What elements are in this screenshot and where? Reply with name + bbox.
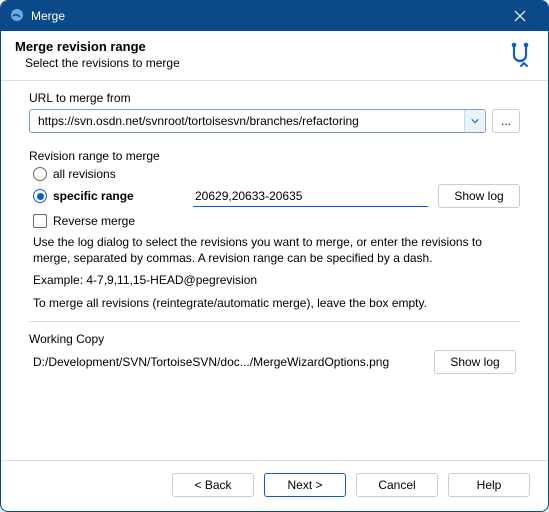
specific-range-label: specific range (53, 189, 134, 203)
reverse-merge-label: Reverse merge (53, 214, 135, 228)
range-input-wrap (193, 186, 428, 207)
help-text-1: Use the log dialog to select the revisio… (33, 234, 516, 266)
all-revisions-radio[interactable] (33, 167, 47, 181)
divider (29, 321, 520, 322)
next-button[interactable]: Next > (264, 473, 346, 497)
url-combo[interactable]: https://svn.osdn.net/svnroot/tortoisesvn… (29, 109, 486, 133)
back-label: < Back (194, 478, 231, 492)
show-log-label: Show log (454, 189, 503, 203)
wizard-footer: < Back Next > Cancel Help (1, 460, 548, 511)
wizard-subtitle: Select the revisions to merge (15, 56, 180, 70)
back-button[interactable]: < Back (172, 473, 254, 497)
chevron-down-icon (471, 118, 479, 124)
all-revisions-row[interactable]: all revisions (33, 167, 520, 181)
specific-range-option[interactable]: specific range (33, 189, 183, 203)
ellipsis-label: ... (501, 114, 511, 128)
all-revisions-label: all revisions (53, 167, 116, 181)
help-text-3: To merge all revisions (reintegrate/auto… (33, 295, 516, 311)
revision-group-label: Revision range to merge (29, 149, 520, 163)
app-icon (9, 7, 25, 26)
url-dropdown-button[interactable] (464, 110, 484, 132)
wizard-header: Merge revision range Select the revision… (1, 31, 548, 81)
working-copy-path: D:/Development/SVN/TortoiseSVN/doc.../Me… (33, 355, 424, 369)
close-button[interactable] (500, 2, 540, 30)
wizard-header-text: Merge revision range Select the revision… (15, 39, 180, 70)
cancel-button[interactable]: Cancel (356, 473, 438, 497)
cancel-label: Cancel (378, 478, 415, 492)
titlebar-left: Merge (9, 7, 65, 26)
next-label: Next > (287, 478, 322, 492)
wizard-title: Merge revision range (15, 39, 180, 54)
url-group-label: URL to merge from (29, 91, 520, 105)
close-icon (514, 10, 526, 22)
revision-range-input[interactable] (193, 186, 428, 207)
specific-range-radio[interactable] (33, 189, 47, 203)
specific-range-row: specific range Show log (33, 184, 520, 208)
titlebar: Merge (1, 1, 548, 31)
url-row: https://svn.osdn.net/svnroot/tortoisesvn… (29, 109, 520, 133)
url-value: https://svn.osdn.net/svnroot/tortoisesvn… (30, 114, 464, 128)
wizard-body: URL to merge from https://svn.osdn.net/s… (1, 81, 548, 460)
merge-wizard-window: Merge Merge revision range Select the re… (0, 0, 549, 512)
browse-url-button[interactable]: ... (492, 109, 520, 133)
show-log-wc-label: Show log (450, 355, 499, 369)
wc-group-label: Working Copy (29, 332, 520, 346)
working-copy-row: D:/Development/SVN/TortoiseSVN/doc.../Me… (33, 350, 516, 374)
help-label: Help (477, 478, 502, 492)
tortoise-merge-icon (506, 41, 534, 69)
window-title: Merge (31, 9, 65, 23)
show-log-wc-button[interactable]: Show log (434, 350, 516, 374)
reverse-merge-checkbox[interactable] (33, 214, 47, 228)
help-text-2: Example: 4-7,9,11,15-HEAD@pegrevision (33, 272, 516, 288)
help-button[interactable]: Help (448, 473, 530, 497)
show-log-revisions-button[interactable]: Show log (438, 184, 520, 208)
reverse-merge-row[interactable]: Reverse merge (33, 214, 520, 228)
